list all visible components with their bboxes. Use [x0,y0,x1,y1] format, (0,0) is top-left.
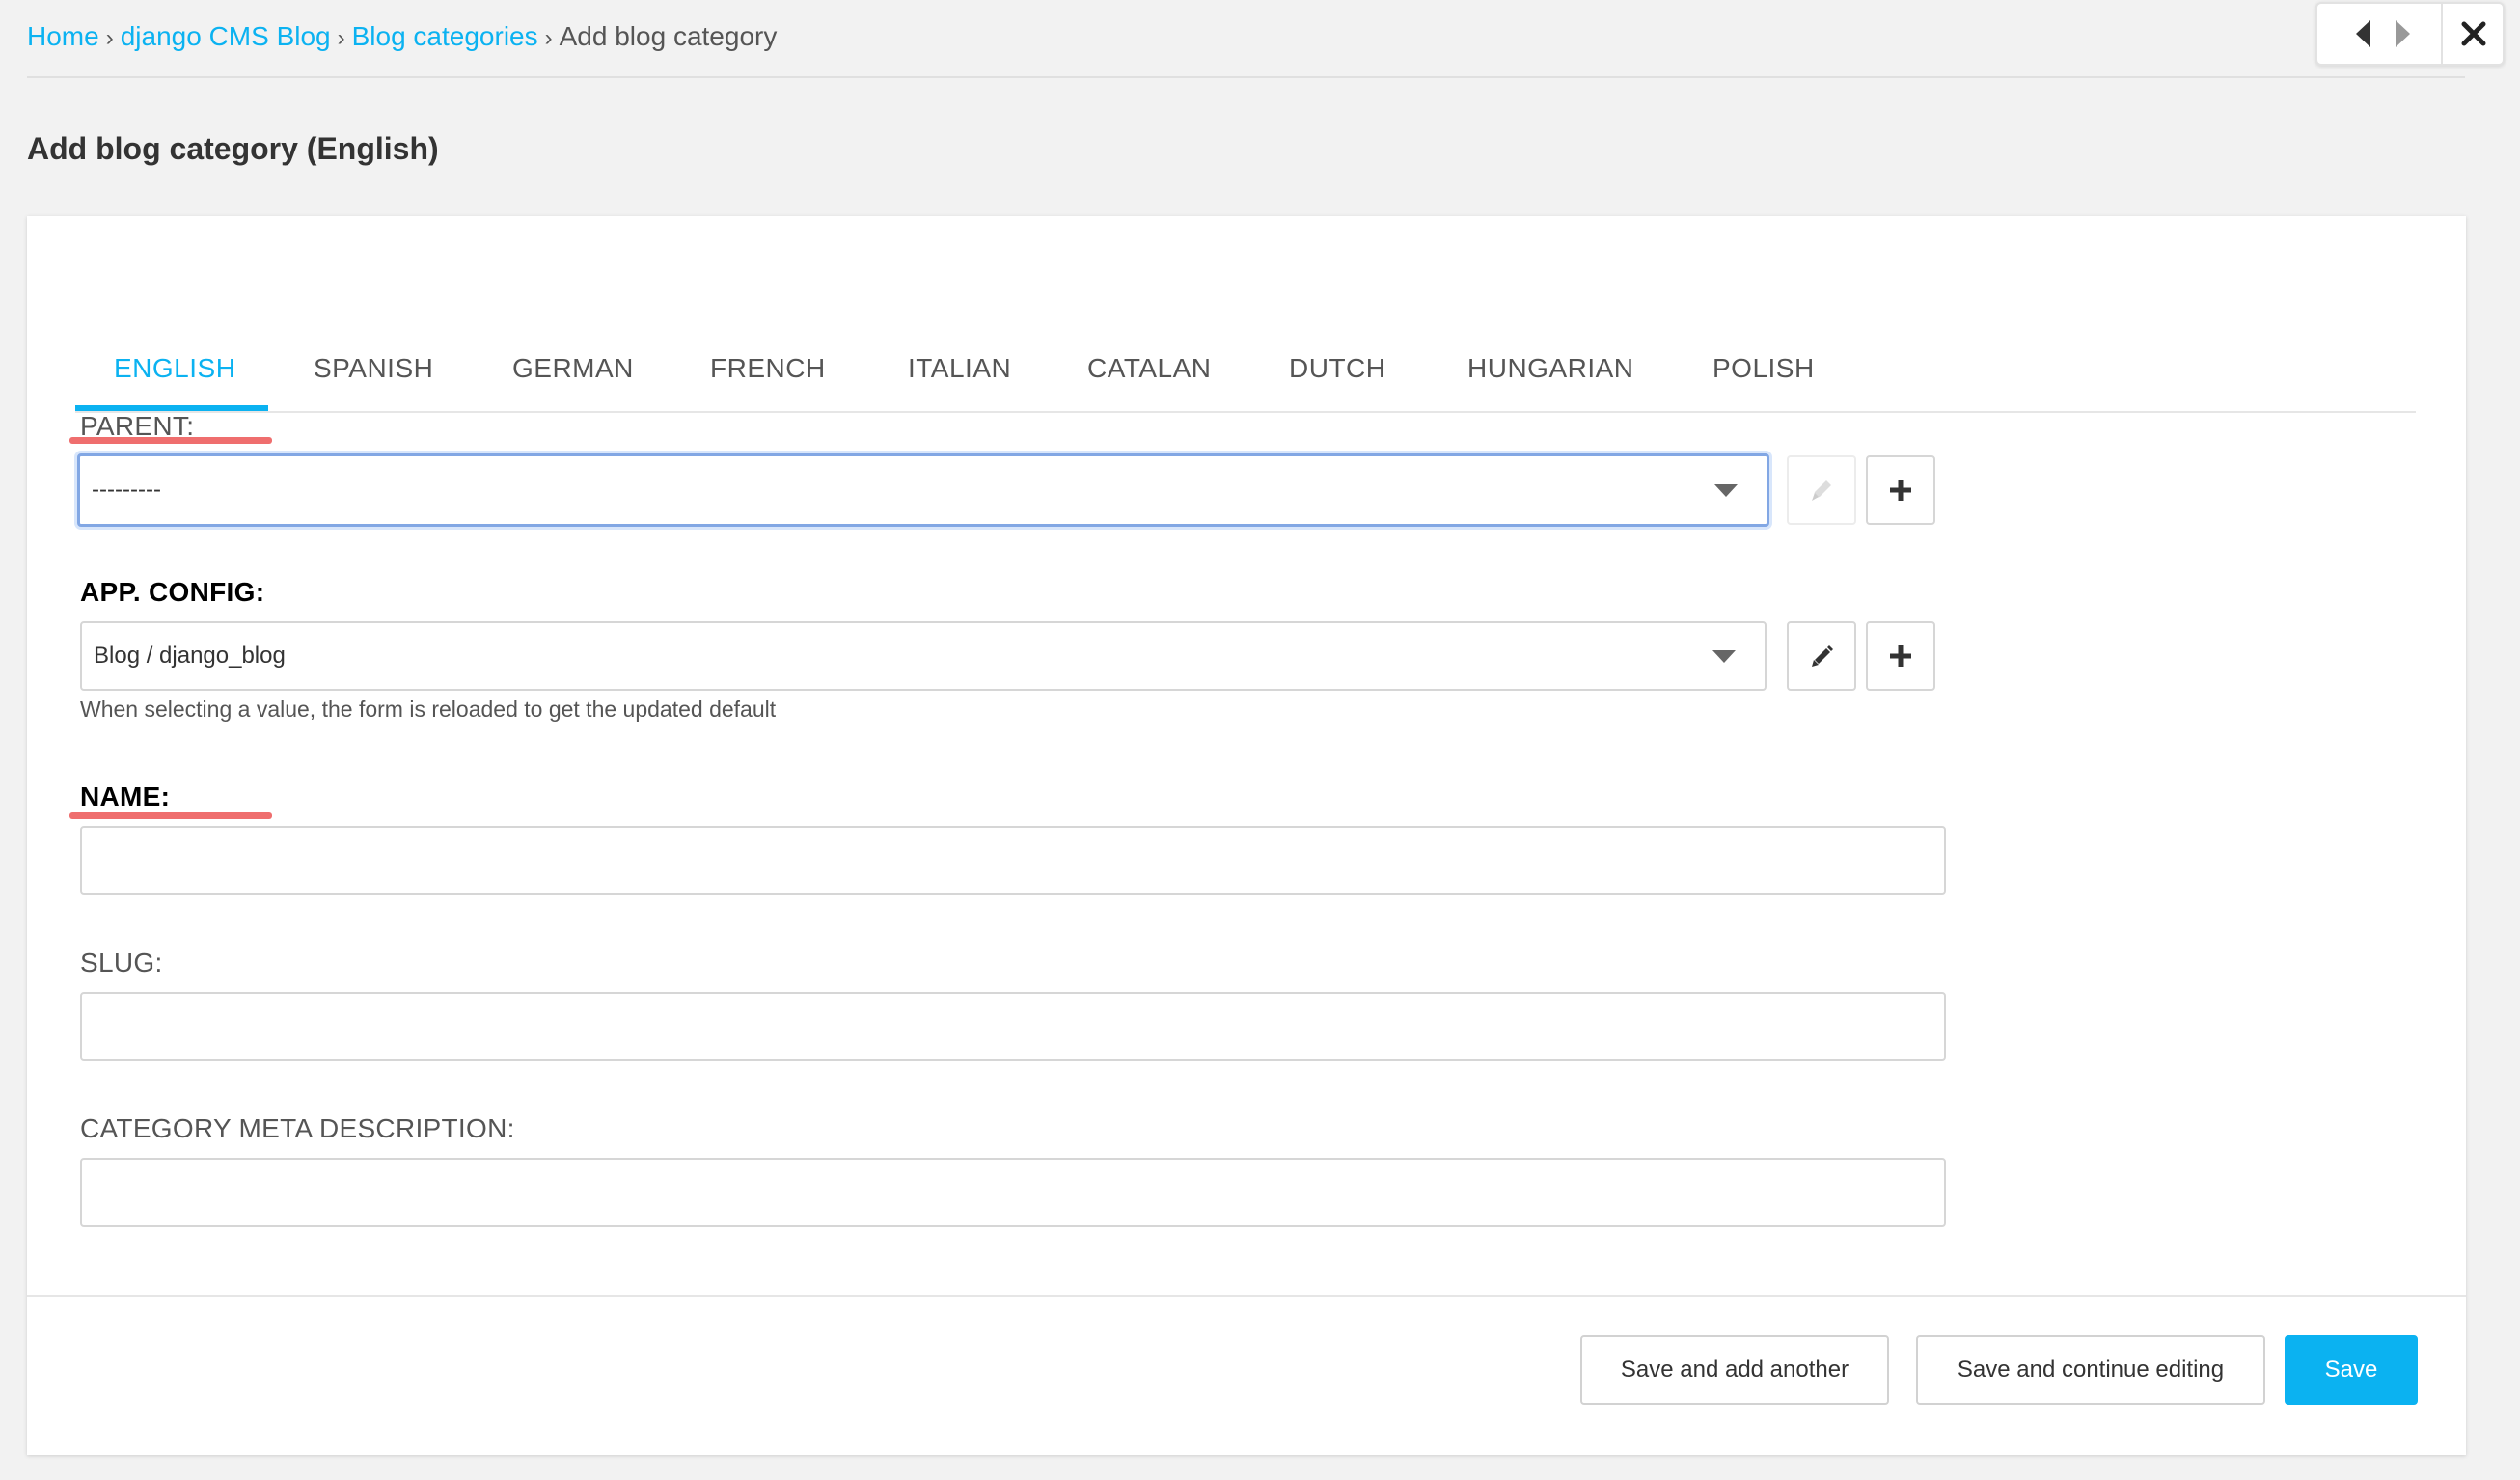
parent-select-value: --------- [92,477,161,503]
app-config-select[interactable]: Blog / django_blog [80,621,1767,691]
close-icon [2461,21,2486,46]
save-and-add-another-button[interactable]: Save and add another [1580,1335,1889,1405]
tab-polish[interactable]: POLISH [1712,349,1815,388]
plus-icon [1890,480,1911,501]
submit-row-divider [27,1295,2466,1297]
tab-spanish[interactable]: SPANISH [314,349,433,388]
breadcrumb-separator: › [337,25,345,51]
tab-english[interactable]: ENGLISH [114,349,235,388]
breadcrumb: Home › django CMS Blog › Blog categories › Add… [27,17,777,58]
app-config-help: When selecting a value, the form is relo… [80,697,777,722]
parent-select[interactable]: --------- [77,453,1769,527]
chevron-down-icon [1712,650,1736,663]
annotation-underline [69,437,272,444]
tab-italian[interactable]: ITALIAN [908,349,1011,388]
meta-description-field[interactable] [80,1158,1946,1227]
add-app-config-button[interactable] [1866,621,1935,691]
tab-french[interactable]: FRENCH [710,349,826,388]
object-tools [2315,2,2505,66]
breadcrumb-separator: › [105,25,114,51]
plus-icon [1890,645,1911,667]
chevron-down-icon [1714,484,1738,497]
page-title: Add blog category (English) [27,131,439,166]
header-divider [27,76,2465,78]
previous-button[interactable] [2344,4,2383,64]
caret-right-icon [2396,20,2410,47]
tab-dutch[interactable]: DUTCH [1289,349,1386,388]
breadcrumb-current: Add blog category [559,21,778,51]
pencil-icon [1812,480,1831,501]
edit-app-config-button[interactable] [1787,621,1856,691]
close-button[interactable] [2443,4,2505,64]
app-config-select-value: Blog / django_blog [94,643,286,669]
slug-field[interactable] [80,992,1946,1061]
form-card: ENGLISH SPANISH GERMAN FRENCH ITALIAN CA… [27,216,2466,1455]
slug-label: SLUG: [80,947,163,977]
pencil-icon [1812,645,1833,667]
save-and-continue-button[interactable]: Save and continue editing [1916,1335,2265,1405]
annotation-underline [69,812,272,819]
breadcrumb-home-link[interactable]: Home [27,21,99,51]
tab-hungarian[interactable]: HUNGARIAN [1467,349,1634,388]
breadcrumb-section-link[interactable]: Blog categories [352,21,538,51]
name-label: NAME: [80,781,171,811]
tab-catalan[interactable]: CATALAN [1087,349,1212,388]
meta-description-label: CATEGORY META DESCRIPTION: [80,1113,515,1143]
breadcrumb-separator: › [544,25,553,51]
edit-parent-button[interactable] [1787,455,1856,525]
breadcrumb-app-link[interactable]: django CMS Blog [121,21,331,51]
caret-left-icon [2356,20,2370,47]
tab-german[interactable]: GERMAN [512,349,634,388]
name-field[interactable] [80,826,1946,895]
app-config-label: APP. CONFIG: [80,577,265,607]
save-button[interactable]: Save [2285,1335,2418,1405]
next-button[interactable] [2383,4,2422,64]
add-parent-button[interactable] [1866,455,1935,525]
language-tabs: ENGLISH SPANISH GERMAN FRENCH ITALIAN CA… [75,280,2416,413]
